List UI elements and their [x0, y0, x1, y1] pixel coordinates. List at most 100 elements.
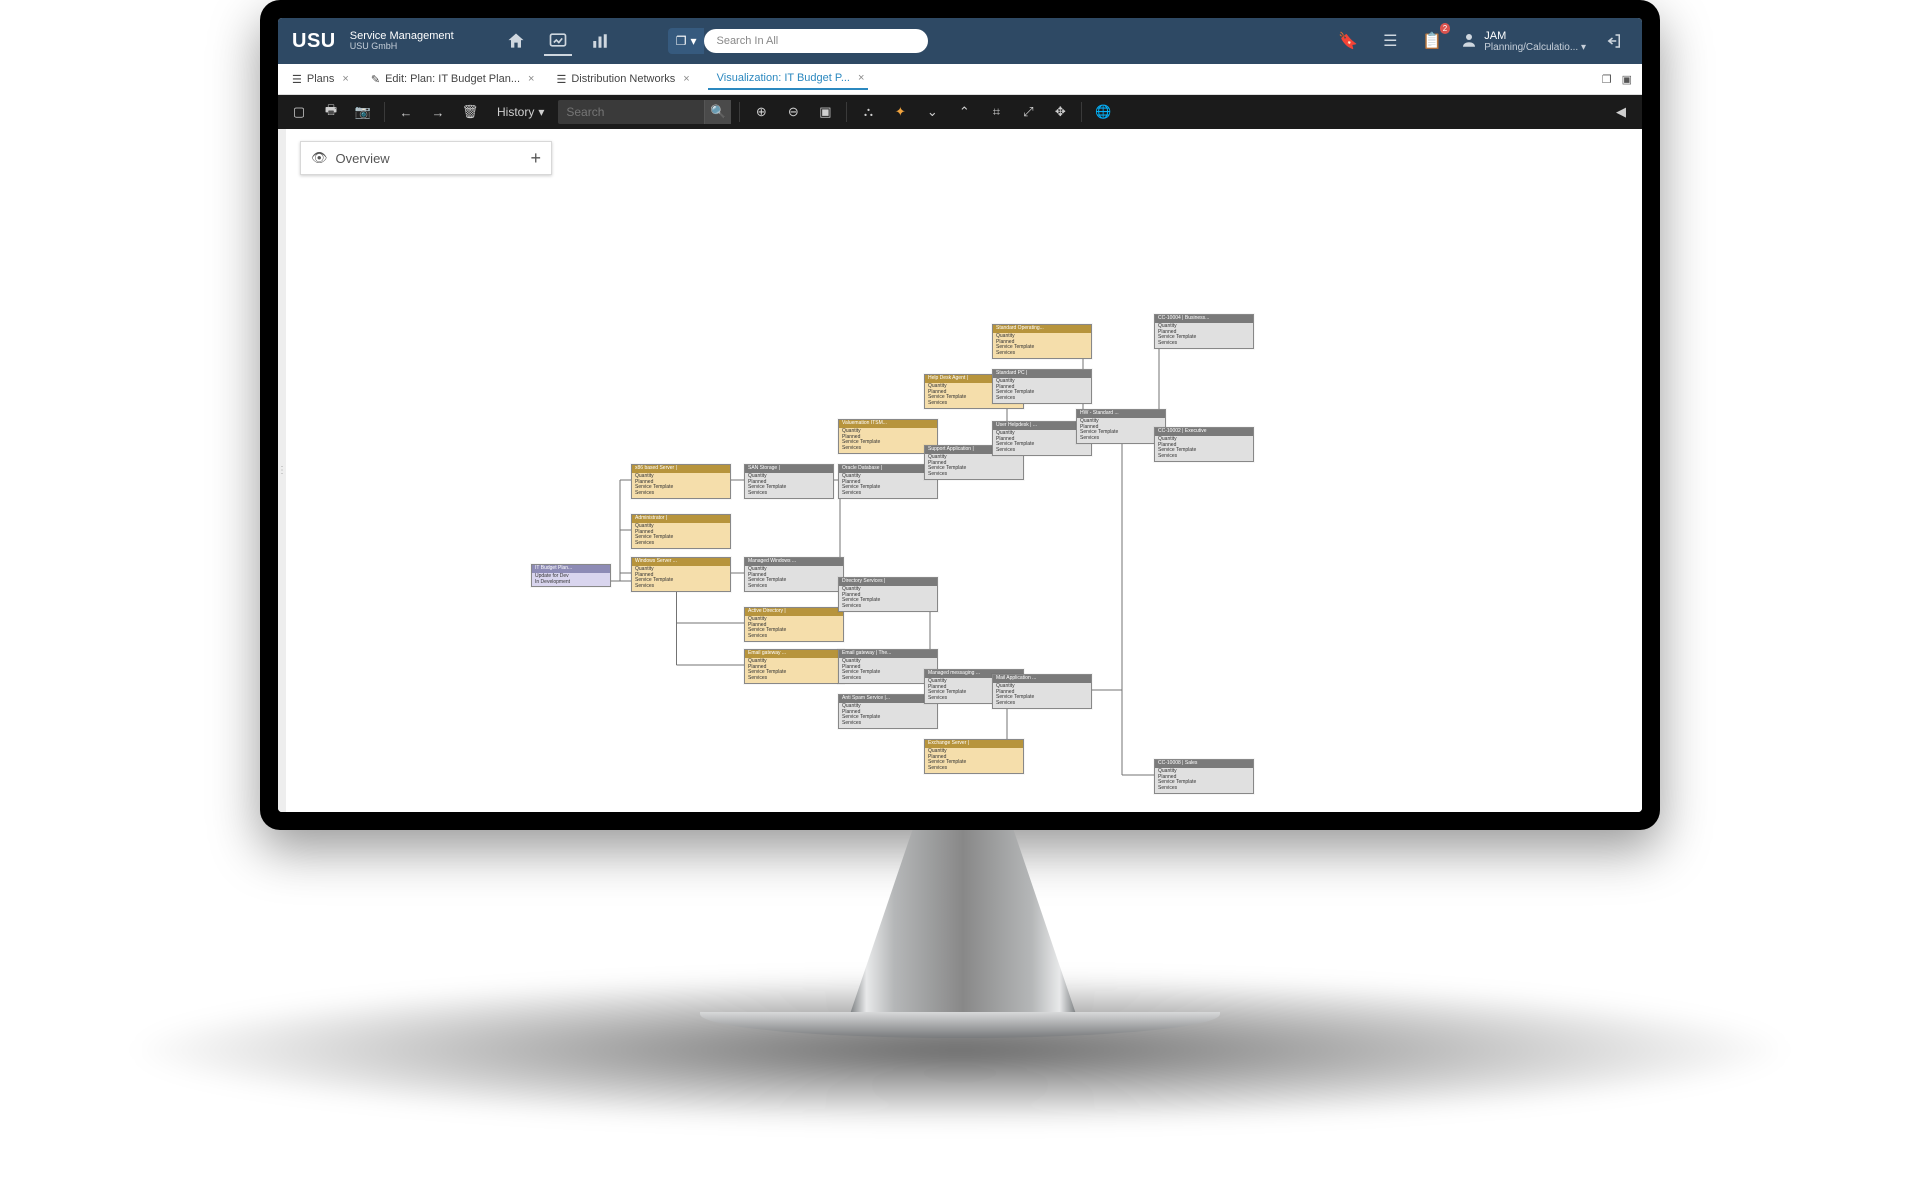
close-icon[interactable]: × — [342, 73, 348, 85]
node-ad[interactable]: Active Directory |QuantityPlannedService… — [744, 607, 844, 642]
maximize-icon[interactable]: ▣ — [1622, 73, 1632, 86]
brand-company: USU GmbH — [350, 42, 454, 52]
dashboard-icon[interactable] — [544, 26, 572, 56]
stop-icon[interactable]: ▢ — [286, 99, 312, 125]
globe-icon[interactable]: 🌐 — [1090, 99, 1116, 125]
tasks-icon[interactable]: 📋2 — [1418, 27, 1446, 55]
diagram-canvas[interactable]: IT Budget Plan...Update for DevIn Develo… — [286, 129, 1642, 812]
tab-icon: ☰ — [556, 73, 566, 86]
panel-collapse-icon[interactable]: ◀ — [1608, 99, 1634, 125]
tree-right-icon[interactable]: ⌃ — [951, 99, 977, 125]
node-body: QuantityPlannedService TemplateServices — [839, 428, 937, 453]
node-title: Oracle Database | — [839, 465, 937, 473]
print-icon[interactable]: 🖶 — [318, 99, 344, 125]
viz-search-input[interactable] — [558, 100, 704, 124]
monitor-frame: USU Service Management USU GmbH ❐ — [260, 0, 1660, 830]
expand-icon[interactable]: ⤢ — [1015, 99, 1041, 125]
zoom-in-icon[interactable]: ⊕ — [748, 99, 774, 125]
node-email[interactable]: Email gateway ...QuantityPlannedService … — [744, 649, 844, 684]
group-icon[interactable]: ⛬ — [855, 99, 881, 125]
tab-0[interactable]: ☰Plans× — [288, 68, 353, 90]
history-dropdown[interactable]: History ▾ — [489, 105, 552, 119]
clipboard-icon[interactable]: ☰ — [1376, 27, 1404, 55]
search-input[interactable]: Search In All — [704, 29, 928, 53]
tab-icon: ✎ — [371, 73, 380, 86]
node-manwin[interactable]: Managed Windows ...QuantityPlannedServic… — [744, 557, 844, 592]
tab-1[interactable]: ✎ Edit: Plan: IT Budget Plan... × — [367, 68, 539, 90]
node-body: QuantityPlannedService TemplateServices — [1155, 768, 1253, 793]
node-body: QuantityPlannedService TemplateServices — [925, 748, 1023, 773]
node-body: Update for DevIn Development — [532, 573, 610, 587]
node-dirsvc[interactable]: Directory Services |QuantityPlannedServi… — [838, 577, 938, 612]
node-body: QuantityPlannedService TemplateServices — [1155, 436, 1253, 461]
hierarchy-icon[interactable]: ✦ — [887, 99, 913, 125]
overview-panel[interactable]: 👁 Overview + — [300, 141, 552, 175]
node-cc2[interactable]: CC-10002 | ExecutiveQuantityPlannedServi… — [1154, 427, 1254, 462]
bookmark-icon[interactable]: 🔖 — [1334, 27, 1362, 55]
node-exch[interactable]: Exchange Server |QuantityPlannedService … — [924, 739, 1024, 774]
node-root[interactable]: IT Budget Plan...Update for DevIn Develo… — [531, 564, 611, 587]
node-body: QuantityPlannedService TemplateServices — [632, 523, 730, 548]
node-body: QuantityPlannedService TemplateServices — [993, 333, 1091, 358]
node-admin[interactable]: Administrator |QuantityPlannedService Te… — [631, 514, 731, 549]
node-title: Mail Application ... — [993, 675, 1091, 683]
visualization-workspace: ⋮ IT Budget Plan...Update for DevIn Deve… — [278, 129, 1642, 812]
fit-screen-icon[interactable]: ▣ — [812, 99, 838, 125]
stats-icon[interactable] — [586, 27, 614, 55]
node-stdws[interactable]: HW - Standard ...QuantityPlannedService … — [1076, 409, 1166, 444]
node-title: IT Budget Plan... — [532, 565, 610, 573]
separator — [384, 102, 385, 122]
logout-icon[interactable] — [1600, 27, 1628, 55]
detach-window-icon[interactable]: ❐ — [1602, 73, 1612, 86]
tab-icon: ☰ — [292, 73, 302, 86]
monitor-neck — [848, 830, 1078, 1020]
node-vtitsm[interactable]: Valuemation ITSM...QuantityPlannedServic… — [838, 419, 938, 454]
delete-icon[interactable]: 🗑 — [457, 99, 483, 125]
camera-icon[interactable]: 📷 — [350, 99, 376, 125]
node-title: Email gateway ... — [745, 650, 843, 658]
network-icon[interactable]: ⌗ — [983, 99, 1009, 125]
chevron-down-icon: ▾ — [538, 105, 544, 119]
node-cc1[interactable]: CC-10004 | Business...QuantityPlannedSer… — [1154, 314, 1254, 349]
overview-label: Overview — [336, 151, 390, 166]
node-body: QuantityPlannedService TemplateServices — [745, 566, 843, 591]
home-icon[interactable] — [502, 27, 530, 55]
node-body: QuantityPlannedService TemplateServices — [993, 683, 1091, 708]
open-tabs-bar: ☰Plans×✎Edit: Plan: IT Budget Plan...×☰D… — [278, 64, 1642, 95]
node-title: Exchange Server | — [925, 740, 1023, 748]
node-body: QuantityPlannedService TemplateServices — [745, 473, 833, 498]
viz-search: 🔍 — [558, 100, 731, 124]
node-title: CC-10008 | Sales — [1155, 760, 1253, 768]
node-san[interactable]: SAN Storage |QuantityPlannedService Temp… — [744, 464, 834, 499]
node-body: QuantityPlannedService TemplateServices — [745, 658, 843, 683]
plus-icon[interactable]: + — [530, 148, 541, 169]
node-mailapp[interactable]: Mail Application ...QuantityPlannedServi… — [992, 674, 1092, 709]
close-icon[interactable]: × — [528, 73, 534, 85]
zoom-out-icon[interactable]: ⊖ — [780, 99, 806, 125]
node-emailgw[interactable]: Email gateway | The...QuantityPlannedSer… — [838, 649, 938, 684]
node-body: QuantityPlannedService TemplateServices — [632, 566, 730, 591]
tab-label: Edit: Plan: IT Budget Plan... — [385, 73, 520, 85]
node-winsrv[interactable]: Windows Server ...QuantityPlannedService… — [631, 557, 731, 592]
node-antispam[interactable]: Anti Spam Service |...QuantityPlannedSer… — [838, 694, 938, 729]
node-cc3[interactable]: CC-10008 | SalesQuantityPlannedService T… — [1154, 759, 1254, 794]
node-oracle[interactable]: Oracle Database |QuantityPlannedService … — [838, 464, 938, 499]
node-x86[interactable]: x86 based Server |QuantityPlannedService… — [631, 464, 731, 499]
tree-down-icon[interactable]: ⌄ — [919, 99, 945, 125]
side-panel-handle[interactable]: ⋮ — [278, 129, 286, 812]
brand-block: Service Management USU GmbH — [350, 30, 454, 52]
user-menu[interactable]: JAM Planning/Calculatio... ▾ — [1460, 30, 1586, 53]
search-context-selector[interactable]: ❐ ▾ — [668, 28, 705, 54]
node-title: Valuemation ITSM... — [839, 420, 937, 428]
close-icon[interactable]: × — [683, 73, 689, 85]
nav-back-icon[interactable]: ← — [393, 99, 419, 125]
user-icon — [1460, 31, 1478, 52]
close-icon[interactable]: × — [858, 72, 864, 84]
collapse-icon[interactable]: ✥ — [1047, 99, 1073, 125]
search-icon[interactable]: 🔍 — [704, 100, 731, 124]
nav-forward-icon[interactable]: → — [425, 99, 451, 125]
node-sop[interactable]: Standard Operating...QuantityPlannedServ… — [992, 324, 1092, 359]
node-stdpc[interactable]: Standard PC |QuantityPlannedService Temp… — [992, 369, 1092, 404]
tab-2[interactable]: ☰Distribution Networks× — [552, 68, 693, 90]
tab-3[interactable]: Visualization: IT Budget P...× — [708, 68, 869, 90]
